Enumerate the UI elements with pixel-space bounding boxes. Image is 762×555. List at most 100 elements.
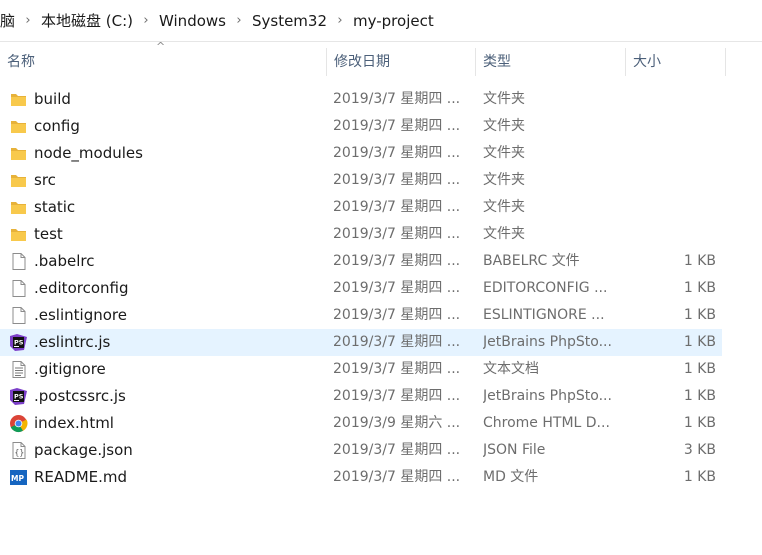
folder-icon (9, 171, 28, 190)
file-size: 1 KB (683, 361, 716, 377)
file-type: 文件夹 (483, 145, 525, 161)
file-date: 2019/3/9 星期六 ... (333, 415, 461, 431)
file-name: config (34, 117, 80, 135)
svg-text:{}: {} (15, 448, 25, 457)
column-header-type[interactable]: 类型 (476, 46, 625, 78)
file-row[interactable]: index.html 2019/3/9 星期六 ... Chrome HTML D.… (0, 410, 722, 437)
file-type: JetBrains PhpSto... (483, 388, 612, 404)
file-type: Chrome HTML D... (483, 415, 610, 431)
file-name: package.json (34, 441, 133, 459)
file-name: .eslintignore (34, 306, 127, 324)
column-header-date[interactable]: 修改日期 (327, 46, 475, 78)
file-icon (9, 279, 28, 298)
file-type: JSON File (483, 442, 546, 458)
file-date: 2019/3/7 星期四 ... (333, 469, 461, 485)
file-type: 文件夹 (483, 226, 525, 242)
file-name: .editorconfig (34, 279, 129, 297)
file-date: 2019/3/7 星期四 ... (333, 361, 461, 377)
file-date: 2019/3/7 星期四 ... (333, 199, 461, 215)
file-row[interactable]: MP README.md 2019/3/7 星期四 ... MD 文件 1 KB (0, 464, 722, 491)
file-type: 文本文档 (483, 361, 539, 377)
svg-text:PS: PS (14, 393, 24, 401)
file-row[interactable]: {} package.json 2019/3/7 星期四 ... JSON File 3… (0, 437, 722, 464)
file-date: 2019/3/7 星期四 ... (333, 253, 461, 269)
file-type: EDITORCONFIG ... (483, 280, 608, 296)
file-date: 2019/3/7 星期四 ... (333, 334, 461, 350)
column-header-size[interactable]: 大小 (626, 46, 725, 78)
file-name: node_modules (34, 144, 143, 162)
json-file-icon: {} (9, 441, 28, 460)
folder-icon (9, 225, 28, 244)
file-type: JetBrains PhpSto... (483, 334, 612, 350)
file-row[interactable]: .gitignore 2019/3/7 星期四 ... 文本文档 1 KB (0, 356, 722, 383)
file-row[interactable]: .eslintignore 2019/3/7 星期四 ... ESLINTIGNOR… (0, 302, 722, 329)
breadcrumb-computer[interactable]: 脑 (0, 10, 21, 31)
file-row[interactable]: src 2019/3/7 星期四 ... 文件夹 (0, 167, 722, 194)
file-row[interactable]: build 2019/3/7 星期四 ... 文件夹 (0, 86, 722, 113)
file-name: .gitignore (34, 360, 106, 378)
breadcrumb-drive-c[interactable]: 本地磁盘 (C:) (35, 10, 139, 31)
file-size: 1 KB (683, 415, 716, 431)
file-name: README.md (34, 468, 128, 486)
file-size (628, 221, 716, 248)
folder-icon (9, 198, 28, 217)
file-type: BABELRC 文件 (483, 253, 580, 269)
phpstorm-icon: PS (9, 387, 28, 406)
file-date: 2019/3/7 星期四 ... (333, 307, 461, 323)
svg-text:PS: PS (14, 339, 24, 347)
column-headers: ^ 名称 修改日期 类型 大小 (0, 40, 762, 78)
chevron-right-icon[interactable]: › (232, 13, 246, 28)
file-size (628, 140, 716, 167)
file-type: 文件夹 (483, 118, 525, 134)
folder-icon (9, 90, 28, 109)
file-date: 2019/3/7 星期四 ... (333, 280, 461, 296)
breadcrumb-windows[interactable]: Windows (153, 12, 232, 30)
file-row[interactable]: node_modules 2019/3/7 星期四 ... 文件夹 (0, 140, 722, 167)
markdown-icon: MP (9, 468, 28, 487)
file-name: src (34, 171, 56, 189)
file-name: test (34, 225, 63, 243)
file-row[interactable]: .babelrc 2019/3/7 星期四 ... BABELRC 文件 1 KB (0, 248, 722, 275)
file-size (628, 86, 716, 113)
chevron-right-icon[interactable]: › (21, 13, 35, 28)
file-icon (9, 306, 28, 325)
chrome-icon (9, 414, 28, 433)
file-row[interactable]: PS .postcssrc.js 2019/3/7 星期四 ... JetBrains… (0, 383, 722, 410)
file-type: MD 文件 (483, 469, 539, 485)
file-name: build (34, 90, 71, 108)
file-row[interactable]: .editorconfig 2019/3/7 星期四 ... EDITORCONFI… (0, 275, 722, 302)
file-name: .postcssrc.js (34, 387, 126, 405)
file-date: 2019/3/7 星期四 ... (333, 442, 461, 458)
file-row[interactable]: static 2019/3/7 星期四 ... 文件夹 (0, 194, 722, 221)
file-date: 2019/3/7 星期四 ... (333, 118, 461, 134)
file-type: 文件夹 (483, 91, 525, 107)
svg-text:MP: MP (11, 474, 24, 483)
file-row[interactable]: config 2019/3/7 星期四 ... 文件夹 (0, 113, 722, 140)
file-size: 1 KB (683, 280, 716, 296)
file-date: 2019/3/7 星期四 ... (333, 145, 461, 161)
text-file-icon (9, 360, 28, 379)
chevron-right-icon[interactable]: › (333, 13, 347, 28)
column-divider[interactable] (725, 48, 726, 76)
file-date: 2019/3/7 星期四 ... (333, 226, 461, 242)
file-name: .eslintrc.js (34, 333, 111, 351)
chevron-right-icon[interactable]: › (139, 13, 153, 28)
file-size: 3 KB (683, 442, 716, 458)
file-size: 1 KB (683, 388, 716, 404)
file-name: index.html (34, 414, 114, 432)
file-row[interactable]: PS .eslintrc.js 2019/3/7 星期四 ... JetBrains … (0, 329, 722, 356)
breadcrumb-system32[interactable]: System32 (246, 12, 333, 30)
file-size: 1 KB (683, 469, 716, 485)
file-type: 文件夹 (483, 172, 525, 188)
file-type: 文件夹 (483, 199, 525, 215)
file-name: .babelrc (34, 252, 95, 270)
file-size (628, 113, 716, 140)
folder-icon (9, 144, 28, 163)
address-bar[interactable]: 脑 › 本地磁盘 (C:) › Windows › System32 › my-… (0, 0, 762, 42)
file-size: 1 KB (683, 307, 716, 323)
file-size (628, 167, 716, 194)
column-header-name[interactable]: 名称 (0, 46, 326, 78)
file-type: ESLINTIGNORE ... (483, 307, 605, 323)
breadcrumb-my-project[interactable]: my-project (347, 12, 440, 30)
file-row[interactable]: test 2019/3/7 星期四 ... 文件夹 (0, 221, 722, 248)
